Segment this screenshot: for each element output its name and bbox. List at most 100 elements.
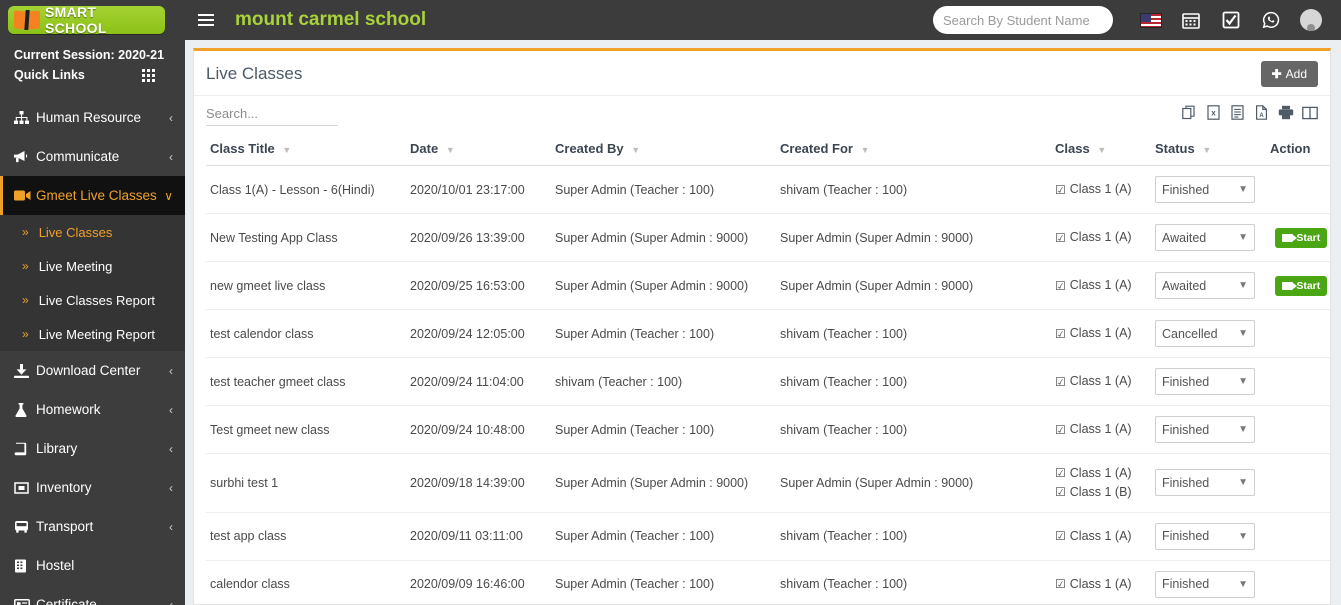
status-value: Finished [1162,422,1210,437]
column-label: Status [1155,141,1195,156]
sort-caret-icon: ▼ [1202,145,1212,155]
topbar-right-group [933,0,1341,40]
sidebar-item-label: Gmeet Live Classes [36,188,157,203]
class-chip: ☑ Class 1 (A) [1055,180,1145,199]
table-row: New Testing App Class 2020/09/26 13:39:00… [206,213,1330,262]
user-avatar-icon[interactable] [1291,0,1331,40]
cell-action: ✖ [1266,309,1330,358]
start-button[interactable]: Start [1275,275,1328,296]
cell-status: Finished ▼ [1151,453,1266,513]
cell-date: 2020/09/26 13:39:00 [406,213,551,262]
cell-created-by: Super Admin (Teacher : 100) [551,512,776,561]
cell-class: ☑ Class 1 (A) [1051,213,1151,262]
body-container: Current Session: 2020-21 Quick Links Hum… [0,40,1341,605]
column-label: Created For [780,141,853,156]
column-visibility-icon[interactable] [1301,104,1318,121]
brand-logo[interactable]: SMART SCHOOL [0,0,185,40]
class-chip: ☑ Class 1 (A) [1055,420,1145,439]
cell-status: Finished ▼ [1151,405,1266,454]
column-header-date[interactable]: Date ▼ [406,135,551,166]
student-search-box[interactable] [933,6,1119,34]
language-flag-icon[interactable] [1131,0,1171,40]
status-dropdown[interactable]: Cancelled ▼ [1155,320,1255,347]
grid-icon[interactable] [142,68,155,82]
cell-class-title: calendor class [206,560,406,604]
session-block: Current Session: 2020-21 Quick Links [0,40,185,92]
status-dropdown[interactable]: Finished ▼ [1155,176,1255,203]
status-dropdown[interactable]: Finished ▼ [1155,522,1255,550]
cell-action: Start✖ [1266,261,1330,310]
status-value: Finished [1162,577,1210,591]
column-header-class-title[interactable]: Class Title ▼ [206,135,406,166]
status-dropdown[interactable]: Finished ▼ [1155,570,1255,598]
sidebar-item-live-meeting[interactable]: » Live Meeting [0,249,185,283]
column-header-class[interactable]: Class ▼ [1051,135,1151,166]
sidebar-item-transport[interactable]: Transport ‹ [0,507,185,546]
sidebar-item-library[interactable]: Library ‹ [0,429,185,468]
class-label: Class 1 (A) [1069,374,1132,389]
cell-created-by: Super Admin (Teacher : 100) [551,405,776,454]
sidebar-item-live-classes-report[interactable]: » Live Classes Report [0,283,185,317]
cell-action: ✖ [1266,405,1330,454]
table-search-input[interactable] [206,104,338,126]
table-row: calendor class 2020/09/09 16:46:00 Super A… [206,560,1330,604]
live-classes-table: Class Title ▼ Date ▼ Created By ▼ Create… [206,135,1330,604]
pdf-export-icon[interactable]: A [1253,104,1270,121]
start-button[interactable]: Start [1275,227,1328,248]
column-header-created-by[interactable]: Created By ▼ [551,135,776,166]
cell-class: ☑ Class 1 (A) [1051,512,1151,561]
cell-date: 2020/09/18 14:39:00 [406,453,551,513]
excel-export-icon[interactable]: x [1205,104,1222,121]
status-dropdown[interactable]: Finished ▼ [1155,368,1255,395]
cell-date: 2020/09/09 16:46:00 [406,560,551,604]
add-button[interactable]: ✚ Add [1260,61,1318,87]
chevron-down-icon: ∨ [164,188,173,203]
chevron-left-icon: ‹ [169,597,173,605]
sidebar-item-label: Download Center [36,363,141,378]
column-header-created-for[interactable]: Created For ▼ [776,135,1051,166]
sidebar-item-live-meeting-report[interactable]: » Live Meeting Report [0,317,185,351]
class-chip: ☑ Class 1 (A) [1055,372,1145,391]
task-check-icon[interactable] [1211,0,1251,40]
status-dropdown[interactable]: Finished ▼ [1155,416,1255,443]
status-dropdown[interactable]: Awaited ▼ [1155,224,1255,251]
cell-created-for: shivam (Teacher : 100) [776,309,1051,358]
hamburger-icon[interactable] [189,14,223,26]
table-body: Class 1(A) - Lesson - 6(Hindi) 2020/10/01… [206,165,1330,604]
whatsapp-icon[interactable] [1251,0,1291,40]
status-value: Finished [1162,182,1210,197]
download-icon [14,363,36,378]
sidebar-item-label: Library [36,441,78,456]
sidebar-item-certificate[interactable]: Certificate ‹ [0,585,185,605]
quick-links-item[interactable]: Quick Links [14,68,173,82]
table-row: surbhi test 1 2020/09/18 14:39:00 Super Ad… [206,453,1330,513]
svg-text:A: A [1259,113,1264,119]
sidebar-item-hostel[interactable]: Hostel [0,546,185,585]
sidebar-item-inventory[interactable]: Inventory ‹ [0,468,185,507]
status-value: Finished [1162,374,1210,389]
cell-date: 2020/09/24 10:48:00 [406,405,551,454]
column-header-status[interactable]: Status ▼ [1151,135,1266,166]
sidebar-item-human-resource[interactable]: Human Resource ‹ [0,98,185,137]
sidebar-item-download-center[interactable]: Download Center ‹ [0,351,185,390]
cell-created-for: shivam (Teacher : 100) [776,512,1051,561]
csv-export-icon[interactable] [1229,104,1246,121]
class-chip: ☑ Class 1 (A) [1055,276,1145,295]
status-dropdown[interactable]: Awaited ▼ [1155,272,1255,299]
add-button-label: Add [1285,67,1307,81]
sidebar-item-communicate[interactable]: Communicate ‹ [0,137,185,176]
status-dropdown[interactable]: Finished ▼ [1155,469,1255,497]
sidebar-item-gmeet-live-classes[interactable]: Gmeet Live Classes ∨ [0,176,185,215]
chevron-left-icon: ‹ [169,519,173,534]
cell-status: Finished ▼ [1151,357,1266,406]
sidebar-item-homework[interactable]: Homework ‹ [0,390,185,429]
chevron-left-icon: ‹ [169,363,173,378]
chevron-down-icon: ▼ [1238,424,1248,435]
calendar-icon[interactable] [1171,0,1211,40]
print-icon[interactable] [1277,104,1294,121]
cell-status: Awaited ▼ [1151,213,1266,262]
search-input[interactable] [943,12,1119,28]
copy-icon[interactable] [1181,104,1198,121]
sidebar-item-live-classes[interactable]: » Live Classes [0,215,185,249]
cell-action: ✖ [1266,512,1330,561]
